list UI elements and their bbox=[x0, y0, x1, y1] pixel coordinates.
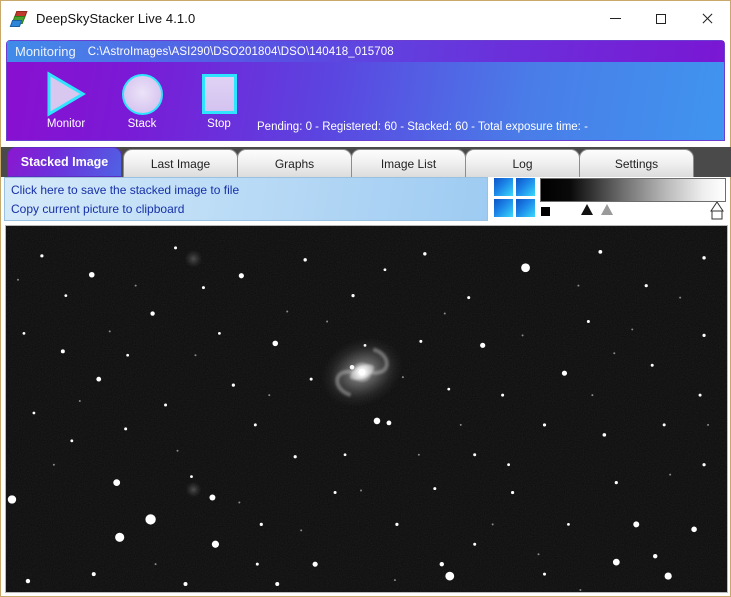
tab-label: Last Image bbox=[150, 156, 211, 171]
close-icon[interactable] bbox=[684, 1, 730, 36]
black-color-swatch[interactable] bbox=[541, 207, 550, 216]
copy-to-clipboard-link[interactable]: Copy current picture to clipboard bbox=[11, 200, 487, 219]
monitor-toolbar: Monitor Stack Stop Pending: 0 - Register… bbox=[7, 62, 724, 140]
stop-button[interactable]: Stop bbox=[182, 68, 256, 130]
maximize-icon[interactable] bbox=[638, 1, 684, 36]
window-title: DeepSkyStacker Live 4.1.0 bbox=[36, 11, 196, 26]
tab-strip: Stacked Image Last Image Graphs Image Li… bbox=[1, 147, 731, 177]
status-text: Pending: 0 - Registered: 60 - Stacked: 6… bbox=[257, 121, 588, 133]
deepskystacker-logo-icon bbox=[9, 10, 28, 28]
four-squares-icon[interactable] bbox=[494, 178, 536, 220]
stack-button-label: Stack bbox=[127, 118, 157, 130]
tab-image-list[interactable]: Image List bbox=[351, 149, 466, 177]
tab-stacked-image[interactable]: Stacked Image bbox=[7, 147, 122, 177]
midtone-marker[interactable] bbox=[601, 204, 613, 215]
white-point-marker[interactable] bbox=[710, 201, 724, 220]
monitor-button[interactable]: Monitor bbox=[29, 68, 103, 130]
tab-label: Settings bbox=[614, 156, 659, 171]
tab-last-image[interactable]: Last Image bbox=[123, 149, 238, 177]
save-stacked-image-link[interactable]: Click here to save the stacked image to … bbox=[11, 181, 487, 200]
monitor-button-label: Monitor bbox=[46, 118, 86, 130]
tab-log[interactable]: Log bbox=[465, 149, 580, 177]
gradient-bar[interactable] bbox=[540, 178, 726, 202]
histogram-control[interactable] bbox=[540, 178, 728, 222]
stack-button[interactable]: Stack bbox=[105, 68, 179, 130]
tab-label: Image List bbox=[380, 156, 437, 171]
window-controls bbox=[592, 1, 730, 36]
monitoring-header: Monitoring C:\AstroImages\ASI290\DSO2018… bbox=[7, 41, 724, 62]
stop-button-label: Stop bbox=[207, 118, 231, 130]
tab-label: Log bbox=[512, 156, 533, 171]
black-point-marker[interactable] bbox=[581, 204, 593, 215]
monitor-panel: Monitoring C:\AstroImages\ASI290\DSO2018… bbox=[6, 40, 725, 141]
monitored-folder-path: C:\AstroImages\ASI290\DSO201804\DSO\1404… bbox=[87, 45, 394, 58]
stacked-image-toolbar: Click here to save the stacked image to … bbox=[4, 177, 729, 223]
tab-label: Stacked Image bbox=[20, 155, 109, 169]
links-panel: Click here to save the stacked image to … bbox=[4, 177, 488, 221]
tab-graphs[interactable]: Graphs bbox=[237, 149, 352, 177]
app-window: DeepSkyStacker Live 4.1.0 Monitoring C:\… bbox=[0, 0, 731, 597]
monitoring-label: Monitoring bbox=[15, 44, 76, 59]
minimize-icon[interactable] bbox=[592, 1, 638, 36]
tab-settings[interactable]: Settings bbox=[579, 149, 694, 177]
stacked-astronomy-image[interactable] bbox=[5, 225, 728, 593]
square-icon bbox=[182, 68, 256, 120]
title-bar: DeepSkyStacker Live 4.1.0 bbox=[1, 1, 730, 37]
tab-label: Graphs bbox=[274, 156, 315, 171]
circle-icon bbox=[105, 68, 179, 120]
play-triangle-icon bbox=[29, 68, 103, 120]
